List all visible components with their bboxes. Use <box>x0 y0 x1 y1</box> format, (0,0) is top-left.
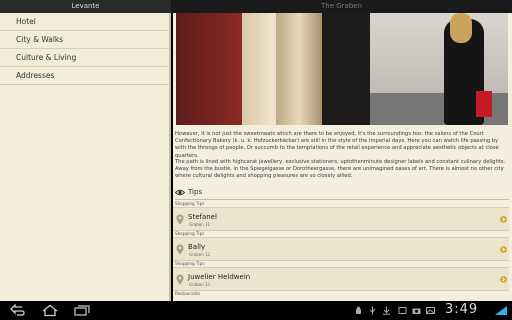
tip-name: Juwelier Heldwein <box>188 273 251 281</box>
tip-row[interactable]: Juwelier Heldwein Graben 13 <box>173 267 509 291</box>
image-icon <box>426 307 435 314</box>
chevron-right-icon[interactable] <box>500 216 507 223</box>
article-paragraph: However, it is not just the sweetmeats w… <box>175 131 499 159</box>
sidebar: Hotel City & Walks Culture & Living Addr… <box>0 13 171 301</box>
usb-icon <box>369 306 376 315</box>
article-paragraph: The path is lined with highcarat jewelle… <box>175 159 506 180</box>
chevron-right-icon[interactable] <box>500 246 507 253</box>
divider <box>175 199 509 200</box>
android-icon <box>356 306 361 314</box>
tip-address: Graben 12 <box>189 252 211 257</box>
sidebar-item-addresses[interactable]: Addresses <box>0 67 169 85</box>
home-icon[interactable] <box>40 304 60 317</box>
tips-heading: Tips <box>188 188 203 196</box>
tip-row[interactable]: Bally Graben 12 <box>173 237 509 261</box>
notification-icon <box>398 307 407 314</box>
tip-address: Graben 13 <box>189 282 211 287</box>
article-photo <box>176 13 508 125</box>
tip-category: Restaurants <box>175 291 201 296</box>
action-bar: Levante The Graben <box>0 0 512 13</box>
map-pin-icon <box>176 274 184 285</box>
map-pin-icon <box>176 214 184 225</box>
sidebar-item-culture-living[interactable]: Culture & Living <box>0 49 169 67</box>
tip-category: Shopping Tips <box>175 201 205 206</box>
back-icon[interactable] <box>8 304 28 317</box>
content-pane[interactable]: However, it is not just the sweetmeats w… <box>173 13 512 301</box>
tip-address: Graben 31 <box>189 222 211 227</box>
tip-category: Shopping Tips <box>175 231 205 236</box>
chevron-right-icon[interactable] <box>500 276 507 283</box>
eye-icon <box>175 189 185 196</box>
recent-apps-icon[interactable] <box>72 304 92 317</box>
sidebar-item-hotel[interactable]: Hotel <box>0 13 169 31</box>
tip-row[interactable]: Stefanel Graben 31 <box>173 207 509 231</box>
app-title: Levante <box>0 0 171 13</box>
tips-header: Tips <box>175 187 509 200</box>
download-icon <box>383 306 390 315</box>
sidebar-item-city-walks[interactable]: City & Walks <box>0 31 169 49</box>
tip-category: Shopping Tips <box>175 261 205 266</box>
tip-name: Stefanel <box>188 213 217 221</box>
camera-icon <box>412 308 421 314</box>
tip-name: Bally <box>188 243 206 251</box>
status-clock: 3:49 <box>445 302 479 317</box>
system-bar: 3:49 <box>0 301 512 320</box>
map-pin-icon <box>176 244 184 255</box>
signal-icon <box>495 306 507 315</box>
page-title: The Graben <box>320 2 363 10</box>
